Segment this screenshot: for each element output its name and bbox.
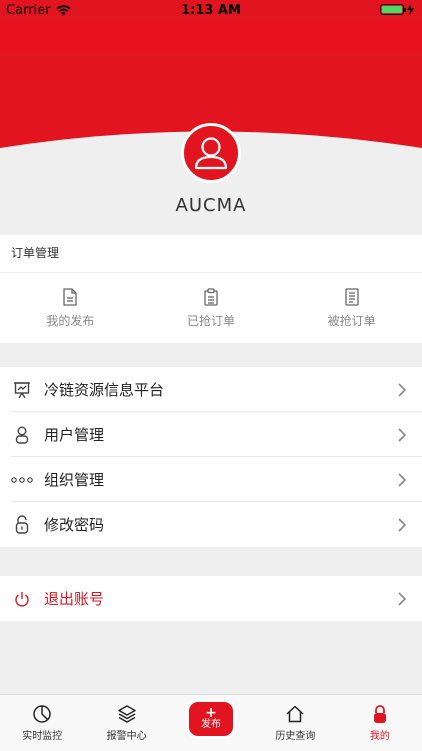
menu-item-cold-chain-platform[interactable]: 冷链资源信息平台 (0, 367, 422, 412)
status-time: 1:13 AM (181, 3, 241, 18)
tab-label: 历史查询 (275, 731, 316, 742)
tab-label: 实时监控 (22, 731, 63, 742)
order-label: 被抢订单 (327, 313, 376, 328)
order-my-published[interactable]: 我的发布 (0, 273, 141, 343)
username: AUCMA (175, 195, 247, 216)
logout-button[interactable]: 退出账号 (0, 576, 422, 621)
order-management-panel: 订单管理 我的发布 已抢订单 被抢订单 (0, 235, 422, 343)
more-dots-icon (11, 476, 33, 483)
list-document-icon (345, 287, 359, 306)
tab-label: 我的 (369, 731, 390, 742)
tab-alarm-center[interactable]: 报警中心 (84, 695, 168, 751)
menu-item-organization-management[interactable]: 组织管理 (0, 457, 422, 502)
clipboard-icon (204, 287, 218, 306)
layers-icon (117, 705, 136, 723)
presentation-icon (14, 381, 30, 398)
home-icon (286, 705, 304, 723)
logout-label: 退出账号 (44, 590, 105, 608)
lock-icon (373, 705, 386, 723)
tab-mine[interactable]: 我的 (338, 695, 422, 751)
power-icon (15, 591, 29, 606)
settings-menu: 冷链资源信息平台 用户管理 组织管理 修改密码 (0, 367, 422, 547)
avatar[interactable] (181, 123, 241, 183)
user-icon (15, 426, 29, 444)
order-management-title: 订单管理 (0, 235, 422, 273)
chevron-right-icon (398, 591, 406, 606)
tab-realtime-monitoring[interactable]: 实时监控 (0, 695, 84, 751)
tab-label: 报警中心 (106, 731, 147, 742)
order-taken[interactable]: 被抢订单 (281, 273, 422, 343)
chevron-right-icon (398, 472, 406, 487)
tab-publish[interactable]: + 发布 (169, 695, 253, 751)
chevron-right-icon (398, 382, 406, 397)
plus-icon: + (205, 705, 217, 721)
order-grabbed[interactable]: 已抢订单 (141, 273, 282, 343)
publish-button[interactable]: + 发布 (189, 702, 234, 736)
menu-item-label: 用户管理 (44, 426, 105, 444)
menu-item-change-password[interactable]: 修改密码 (0, 502, 422, 547)
menu-item-label: 组织管理 (44, 471, 105, 489)
order-label: 我的发布 (46, 313, 95, 328)
unlock-icon (15, 515, 29, 534)
pie-chart-icon (33, 705, 51, 723)
chevron-right-icon (398, 427, 406, 442)
tab-bar: 实时监控 报警中心 + 发布 历史查询 我的 (0, 694, 422, 751)
charging-bolt-icon (407, 4, 414, 15)
document-icon (63, 287, 77, 306)
battery-status (380, 4, 414, 15)
menu-item-label: 冷链资源信息平台 (44, 381, 165, 399)
tab-history-query[interactable]: 历史查询 (253, 695, 337, 751)
publish-label: 发布 (201, 719, 222, 730)
status-bar: Carrier 1:13 AM (0, 0, 422, 22)
chevron-right-icon (398, 517, 406, 532)
menu-item-user-management[interactable]: 用户管理 (0, 412, 422, 457)
order-label: 已抢订单 (187, 313, 236, 328)
menu-item-label: 修改密码 (44, 516, 105, 534)
battery-icon (380, 4, 406, 15)
user-avatar-icon (194, 137, 228, 170)
